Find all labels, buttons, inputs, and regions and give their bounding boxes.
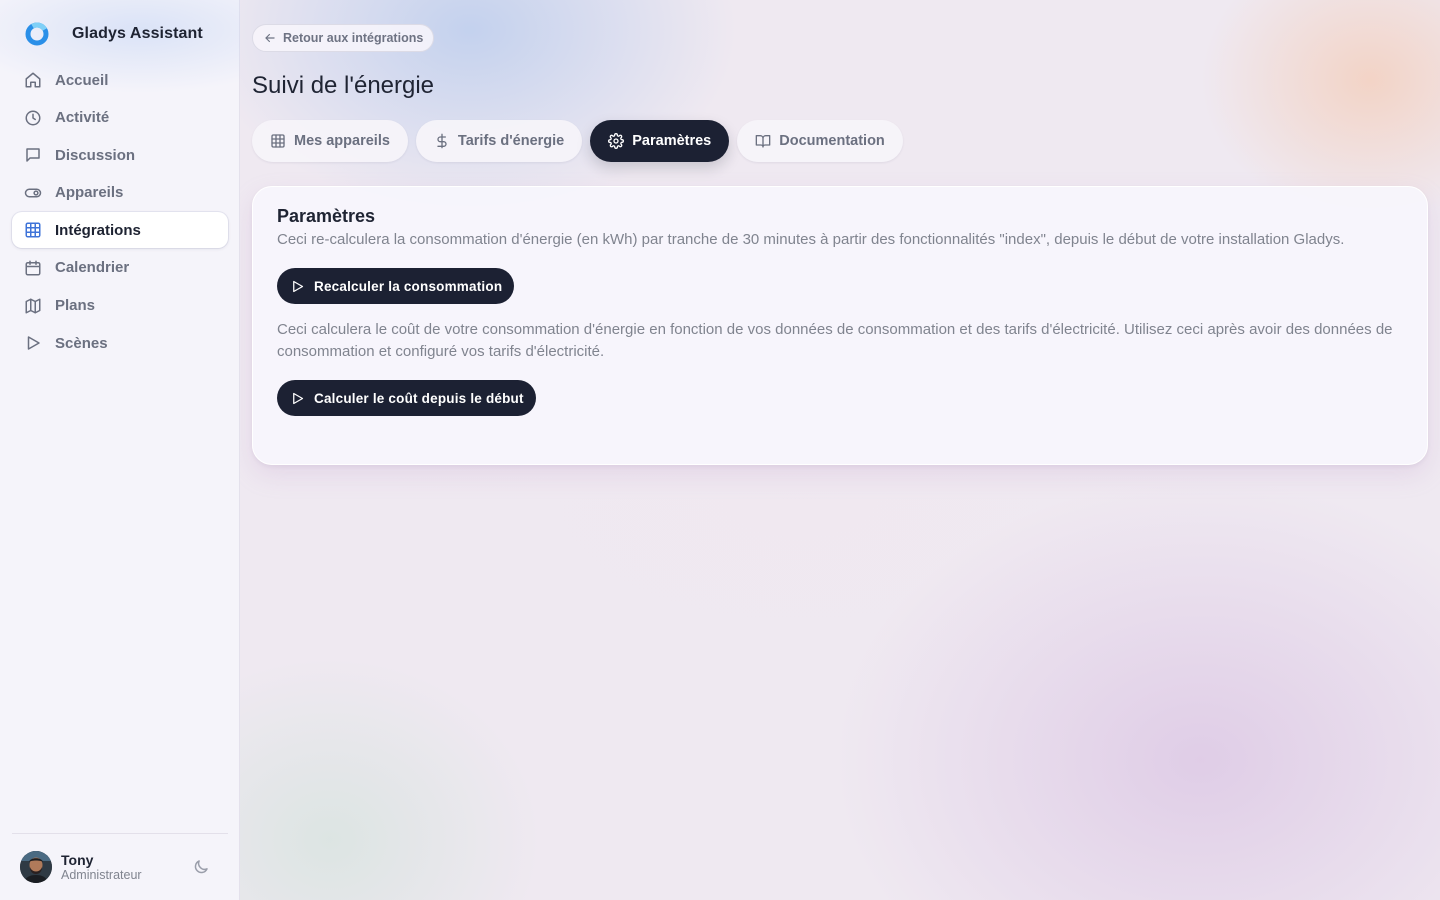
- home-icon: [25, 72, 41, 88]
- brand[interactable]: Gladys Assistant: [24, 20, 203, 48]
- arrow-left-icon: [265, 33, 275, 43]
- clock-icon: [25, 110, 41, 126]
- moon-icon[interactable]: [192, 858, 210, 876]
- settings-card: Paramètres Ceci re-calculera la consomma…: [252, 186, 1428, 465]
- sidebar-item-accueil[interactable]: Accueil: [12, 62, 228, 98]
- calendar-icon: [25, 260, 41, 276]
- tab-label: Paramètres: [632, 133, 712, 149]
- sidebar-item-label: Scènes: [55, 334, 108, 352]
- gear-icon: [608, 133, 625, 149]
- sidebar-item-label: Calendrier: [55, 259, 130, 277]
- sidebar-nav: Accueil Activité Discussion Appareils In…: [12, 62, 228, 363]
- dollar-icon: [437, 133, 447, 149]
- sidebar: Gladys Assistant Accueil Activité Discus…: [0, 0, 240, 900]
- play-icon: [27, 336, 40, 350]
- recalculate-description: Ceci re-calculera la consommation d'éner…: [277, 231, 1345, 248]
- avatar[interactable]: [20, 851, 52, 883]
- sidebar-item-calendrier[interactable]: Calendrier: [12, 250, 228, 286]
- grid-icon: [25, 222, 41, 238]
- button-label: Calculer le coût depuis le début: [314, 390, 524, 406]
- book-icon: [755, 135, 771, 148]
- tab-label: Tarifs d'énergie: [457, 133, 565, 149]
- map-icon: [25, 298, 41, 314]
- gladys-logo-icon: [25, 22, 49, 46]
- main-content: Retour aux intégrations Suivi de l'énerg…: [240, 0, 1440, 900]
- sidebar-item-label: Activité: [55, 109, 110, 127]
- tab-documentation[interactable]: Documentation: [737, 120, 903, 162]
- app-name: Gladys Assistant: [72, 25, 203, 42]
- cost-description: Ceci calculera le coût de votre consomma…: [277, 321, 1393, 360]
- tab-mes-appareils[interactable]: Mes appareils: [252, 120, 408, 162]
- toggle-icon: [24, 188, 42, 198]
- sidebar-item-activite[interactable]: Activité: [12, 100, 228, 136]
- tab-tarifs-energie[interactable]: Tarifs d'énergie: [415, 120, 583, 162]
- tab-label: Mes appareils: [294, 133, 390, 149]
- tab-label: Documentation: [779, 133, 885, 149]
- back-to-integrations-link[interactable]: Retour aux intégrations: [252, 24, 435, 52]
- sidebar-item-label: Discussion: [55, 146, 136, 164]
- user-role: Administrateur: [61, 867, 142, 882]
- play-icon: [293, 280, 304, 292]
- play-icon: [293, 392, 304, 404]
- user-profile[interactable]: Tony Administrateur: [12, 833, 228, 900]
- tab-parametres[interactable]: Paramètres: [590, 120, 730, 162]
- table-icon: [271, 134, 285, 148]
- chat-icon: [26, 148, 40, 162]
- user-name: Tony: [61, 851, 94, 868]
- button-label: Recalculer la consommation: [314, 278, 503, 294]
- sidebar-item-discussion[interactable]: Discussion: [12, 137, 228, 173]
- tab-bar: Mes appareils Tarifs d'énergie Paramètre…: [252, 120, 903, 162]
- sidebar-item-label: Appareils: [55, 184, 124, 202]
- sidebar-item-appareils[interactable]: Appareils: [12, 175, 228, 211]
- sidebar-item-label: Plans: [55, 297, 96, 315]
- sidebar-item-label: Intégrations: [55, 221, 141, 239]
- sidebar-item-scenes[interactable]: Scènes: [12, 325, 228, 361]
- sidebar-item-integrations[interactable]: Intégrations: [12, 212, 228, 249]
- sidebar-item-label: Accueil: [55, 71, 109, 89]
- sidebar-item-plans[interactable]: Plans: [12, 288, 228, 324]
- page-title: Suivi de l'énergie: [252, 72, 435, 99]
- recalculate-consumption-button[interactable]: Recalculer la consommation: [277, 268, 515, 304]
- user-avatar-icon: [20, 851, 52, 883]
- calculate-cost-button[interactable]: Calculer le coût depuis le début: [277, 380, 536, 416]
- card-title: Paramètres: [277, 206, 376, 226]
- back-link-label: Retour aux intégrations: [283, 31, 424, 45]
